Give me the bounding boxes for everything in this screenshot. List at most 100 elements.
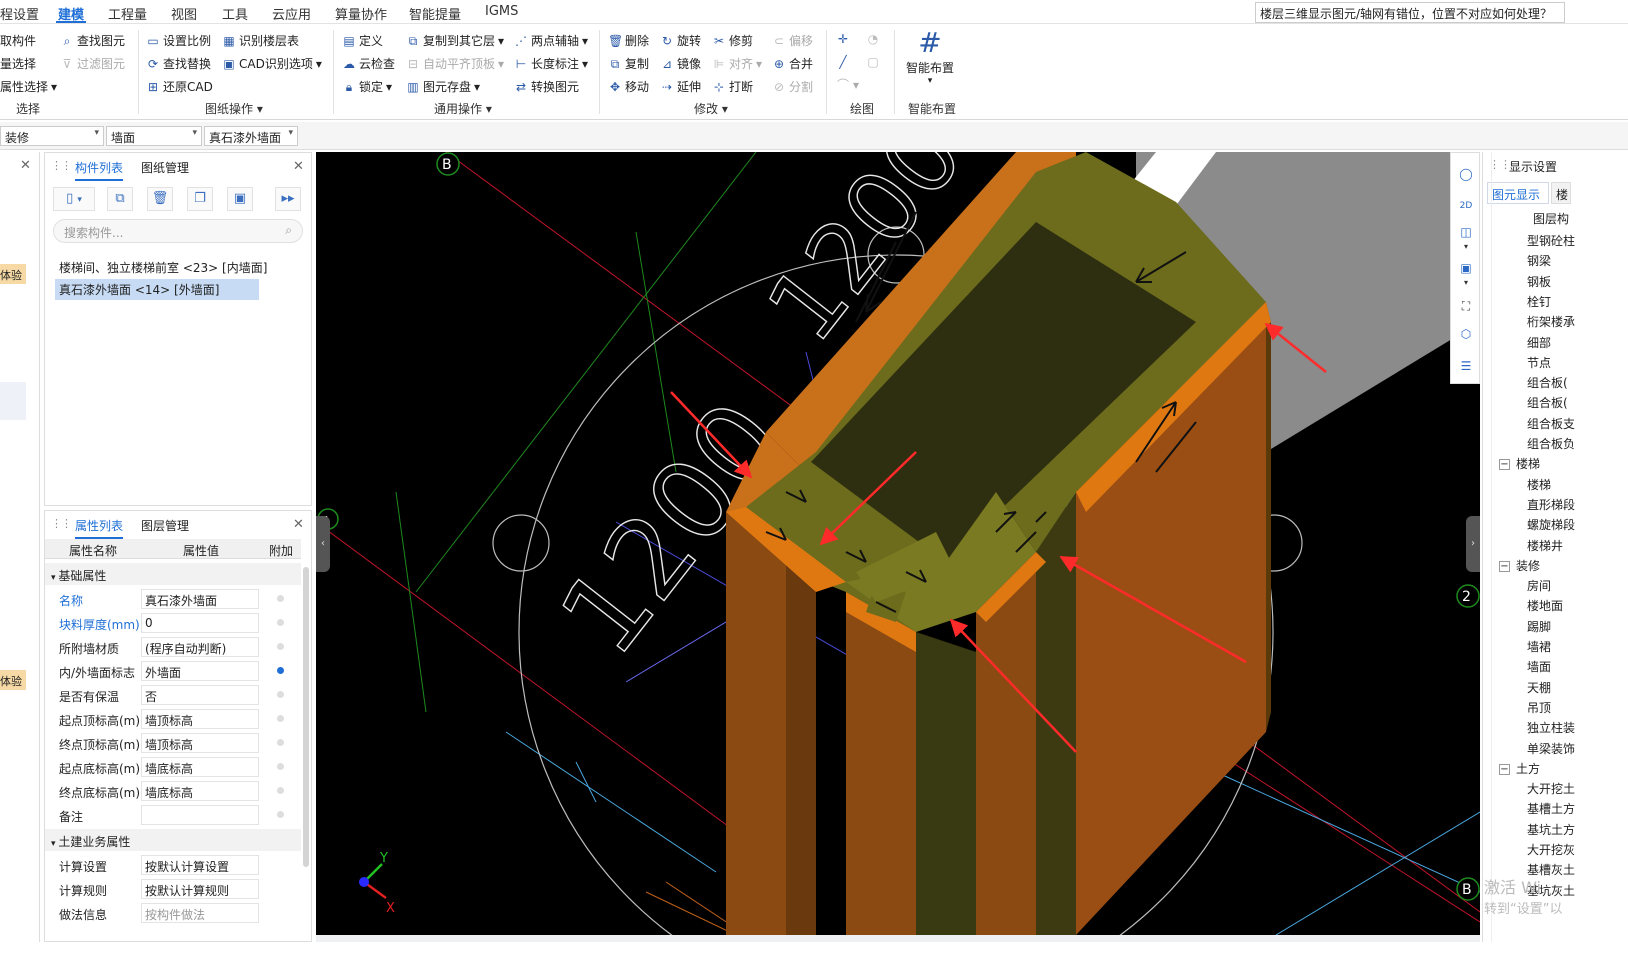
draw-rect-button[interactable]: ▢ [866, 55, 880, 69]
property-value-field[interactable]: 墙底标高 [141, 781, 259, 801]
tree-item[interactable]: 钢板 [1527, 273, 1551, 290]
tab-property-list[interactable]: 属性列表 [75, 517, 124, 539]
tree-item[interactable]: 墙面 [1527, 658, 1551, 675]
tree-item[interactable]: 天棚 [1527, 679, 1551, 696]
delete-component-button[interactable]: 🗑︎ [147, 187, 173, 211]
tree-item[interactable]: 楼地面 [1527, 597, 1563, 614]
tab-component-list[interactable]: 构件列表 [75, 159, 124, 181]
list-item[interactable]: 楼梯间、独立楼梯前室 <23> [内墙面] [55, 257, 271, 278]
component-search-input[interactable]: 搜索构件... ⌕ [53, 219, 303, 243]
tree-item[interactable]: 型钢砼柱 [1527, 232, 1575, 249]
tab-element-display[interactable]: 图元显示 [1487, 182, 1549, 204]
menu-igms[interactable]: IGMS [485, 4, 518, 19]
trial-badge[interactable]: 体验 [0, 264, 26, 284]
orbit-view-button[interactable]: ◯ [1455, 163, 1477, 185]
tree-item[interactable]: 桁架楼承 [1527, 313, 1575, 330]
menu-view[interactable]: 视图 [171, 4, 197, 23]
fit-view-button[interactable]: ⛶ [1455, 295, 1477, 317]
section-civil[interactable]: ▾ 土建业务属性 [45, 829, 301, 851]
recognize-floor-table-button[interactable]: ▦ 识别楼层表 [222, 32, 299, 49]
tree-item[interactable]: 大开挖土 [1527, 780, 1575, 797]
menu-collab[interactable]: 算量协作 [335, 4, 387, 23]
tree-item[interactable]: 大开挖灰 [1527, 841, 1575, 858]
copy-to-other-floor-button[interactable]: ⧉ 复制到其它层 ▾ [406, 32, 504, 49]
tree-item[interactable]: 细部 [1527, 334, 1551, 351]
tree-item[interactable]: 组合板负 [1527, 435, 1575, 452]
two-point-axis-button[interactable]: ⋰ 两点辅轴 ▾ [514, 32, 588, 49]
offset-button[interactable]: ⊂ 偏移 [772, 32, 813, 49]
tree-item[interactable]: 栓钉 [1527, 293, 1551, 310]
list-item-selected[interactable]: 真石漆外墙面 <14> [外墙面] [55, 279, 259, 300]
display-settings-button[interactable]: ☰ [1455, 355, 1477, 377]
new-component-button[interactable]: ▯ ▾ [53, 187, 95, 211]
tree-item[interactable]: 组合板( [1527, 394, 1568, 411]
property-value-field[interactable]: 按构件做法 [141, 903, 259, 923]
close-icon[interactable]: ✕ [293, 517, 304, 532]
extra-dot-icon[interactable] [277, 643, 284, 650]
menu-quantity[interactable]: 工程量 [108, 4, 147, 23]
menu-smart[interactable]: 智能提量 [409, 4, 461, 23]
collapse-box-icon[interactable]: − [1499, 459, 1510, 471]
menu-project-settings[interactable]: 程设置 [0, 4, 39, 23]
property-value-field[interactable]: 按默认计算规则 [141, 879, 259, 899]
convert-element-button[interactable]: ⇄ 转换图元 [514, 78, 579, 95]
copy-button[interactable]: ⧉ 复制 [608, 55, 649, 72]
break-button[interactable]: ⊹ 打断 [712, 78, 753, 95]
drag-handle-icon[interactable]: ⋮⋮ [1489, 158, 1511, 171]
collapse-right-handle[interactable]: › [1466, 516, 1480, 572]
draw-line-button[interactable]: ╱ [836, 55, 850, 69]
tree-item[interactable]: 组合板( [1527, 374, 1568, 391]
copy-component-button[interactable]: ⧉ [107, 187, 133, 211]
property-select-button[interactable]: 属性选择 ▾ [0, 78, 57, 95]
section-basic[interactable]: ▾ 基础属性 [45, 563, 301, 585]
trial-badge-2[interactable]: 体验 [0, 670, 26, 690]
tree-group[interactable]: − 楼梯 [1499, 455, 1540, 472]
tree-item[interactable]: 房间 [1527, 577, 1551, 594]
collapse-box-icon[interactable]: − [1499, 763, 1510, 775]
tree-item[interactable]: 踢脚 [1527, 618, 1551, 635]
layer-copy-button[interactable]: ❐ [187, 187, 213, 211]
extend-button[interactable]: ⇢ 延伸 [660, 78, 701, 95]
trim-button[interactable]: ✂ 修剪 [712, 32, 753, 49]
property-value-field[interactable]: 否 [141, 685, 259, 705]
move-button[interactable]: ✥ 移动 [608, 78, 649, 95]
drag-handle-icon[interactable]: ⋮⋮ [51, 159, 72, 172]
filter-element-button[interactable]: ⊽ 过滤图元 [60, 55, 125, 72]
find-replace-button[interactable]: ⟳ 查找替换 [146, 55, 211, 72]
drawing-canvas[interactable]: 1200 1200 B B 2 Y X ‹ › [316, 152, 1480, 935]
component-select[interactable]: 真石漆外墙面 ▾ [204, 126, 298, 146]
close-icon[interactable]: ✕ [20, 158, 31, 173]
nav-item-selected[interactable] [0, 382, 26, 420]
close-icon[interactable]: ✕ [293, 159, 304, 174]
tab-layer-management[interactable]: 图层管理 [141, 517, 189, 534]
restore-cad-button[interactable]: ⊞ 还原CAD [146, 78, 213, 95]
property-value-field[interactable] [141, 805, 259, 825]
view-3d-button[interactable]: ◫ [1455, 221, 1477, 243]
collapse-left-handle[interactable]: ‹ [316, 516, 330, 572]
extra-dot-icon[interactable] [277, 811, 284, 818]
auto-align-slab-button[interactable]: ⊟ 自动平齐顶板 ▾ [406, 55, 504, 72]
cad-recognize-options-button[interactable]: ▣ CAD识别选项 ▾ [222, 55, 322, 72]
property-value-field[interactable]: 墙顶标高 [141, 709, 259, 729]
tree-item[interactable]: 螺旋梯段 [1527, 516, 1575, 533]
cloud-check-button[interactable]: ☁ 云检查 [342, 55, 395, 72]
category-select[interactable]: 装修 ▾ [0, 126, 104, 146]
property-value-field[interactable]: 外墙面 [141, 661, 259, 681]
extra-dot-icon[interactable] [277, 763, 284, 770]
tree-group[interactable]: − 装修 [1499, 557, 1540, 574]
pick-component-button[interactable]: 取构件 [0, 32, 36, 49]
split-button[interactable]: ⊘ 分割 [772, 78, 813, 95]
tree-item[interactable]: 楼梯 [1527, 476, 1551, 493]
tree-item[interactable]: 单梁装饰 [1527, 740, 1575, 757]
batch-select-button[interactable]: 量选择 [0, 55, 36, 72]
scrollbar[interactable] [303, 567, 309, 867]
extra-dot-icon[interactable] [277, 619, 284, 626]
tree-item[interactable]: 吊顶 [1527, 699, 1551, 716]
smart-layout-button[interactable]: # 智能布置 ▾ [906, 28, 954, 86]
rotate-button[interactable]: ↻ 旋转 [660, 32, 701, 49]
tree-item[interactable]: 楼梯井 [1527, 537, 1563, 554]
extra-dot-icon[interactable] [277, 691, 284, 698]
tree-item[interactable]: 基槽土方 [1527, 800, 1575, 817]
extra-dot-icon[interactable] [277, 595, 284, 602]
drag-handle-icon[interactable]: ⋮⋮ [51, 517, 72, 530]
